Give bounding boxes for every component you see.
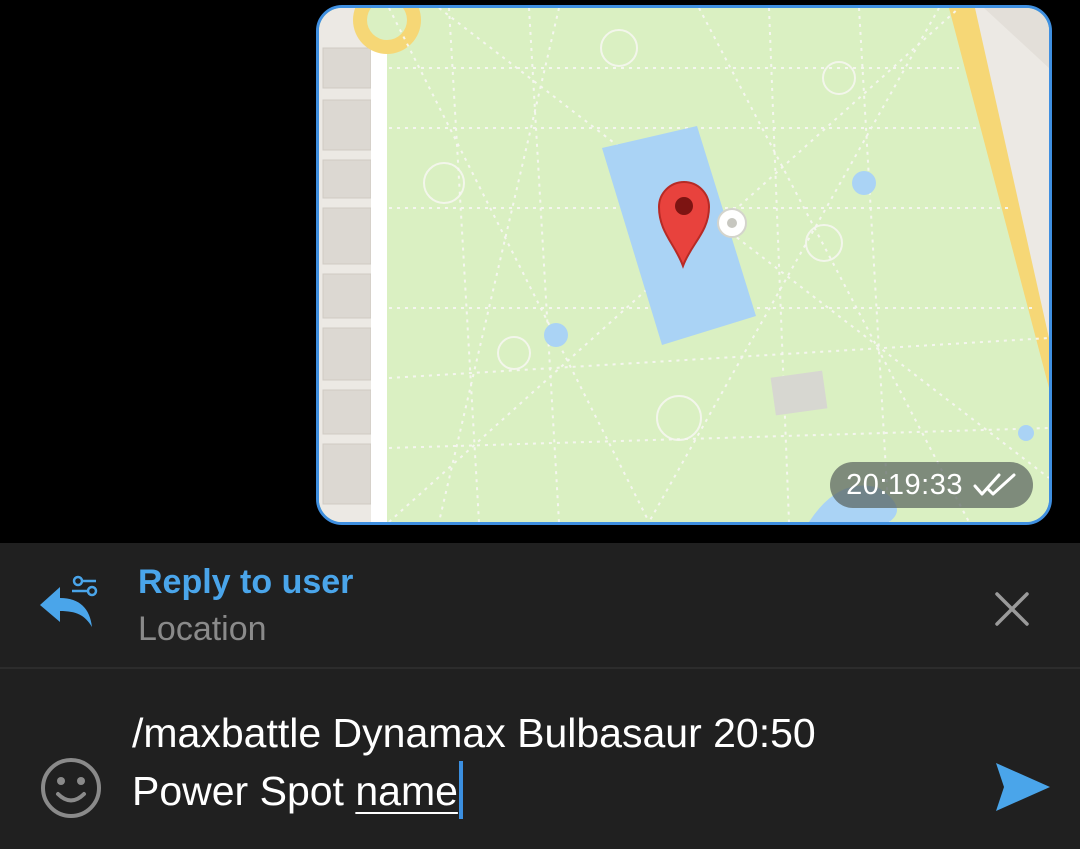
- text-caret: [458, 761, 463, 819]
- reply-arrow-icon: [40, 575, 98, 627]
- reply-preview-bar: Reply to user Location: [0, 543, 1080, 667]
- location-message-bubble[interactable]: 20:19:33: [316, 5, 1052, 525]
- reply-title: Reply to user: [138, 563, 354, 601]
- message-time: 20:19:33: [846, 468, 963, 501]
- reply-subtitle: Location: [138, 610, 267, 648]
- double-check-icon: [973, 473, 1016, 496]
- send-icon[interactable]: [992, 757, 1054, 817]
- message-composer: /maxbattle Dynamax Bulbasaur 20:50 Power…: [0, 669, 1080, 849]
- message-input[interactable]: /maxbattle Dynamax Bulbasaur 20:50 Power…: [132, 706, 952, 819]
- message-text-plain: Power Spot: [132, 768, 356, 814]
- message-time-badge: 20:19:33: [830, 462, 1033, 508]
- cancel-reply-button[interactable]: [986, 583, 1038, 635]
- message-text-line-1: /maxbattle Dynamax Bulbasaur 20:50: [132, 710, 816, 756]
- map-preview[interactable]: [319, 8, 1049, 522]
- message-text-underlined: name: [355, 768, 458, 814]
- chat-screen: 20:19:33 Reply to user Location /maxbatt…: [0, 0, 1080, 849]
- message-text-line-2: Power Spot name: [132, 761, 952, 819]
- close-icon: [995, 592, 1029, 626]
- smiley-icon[interactable]: [38, 755, 104, 821]
